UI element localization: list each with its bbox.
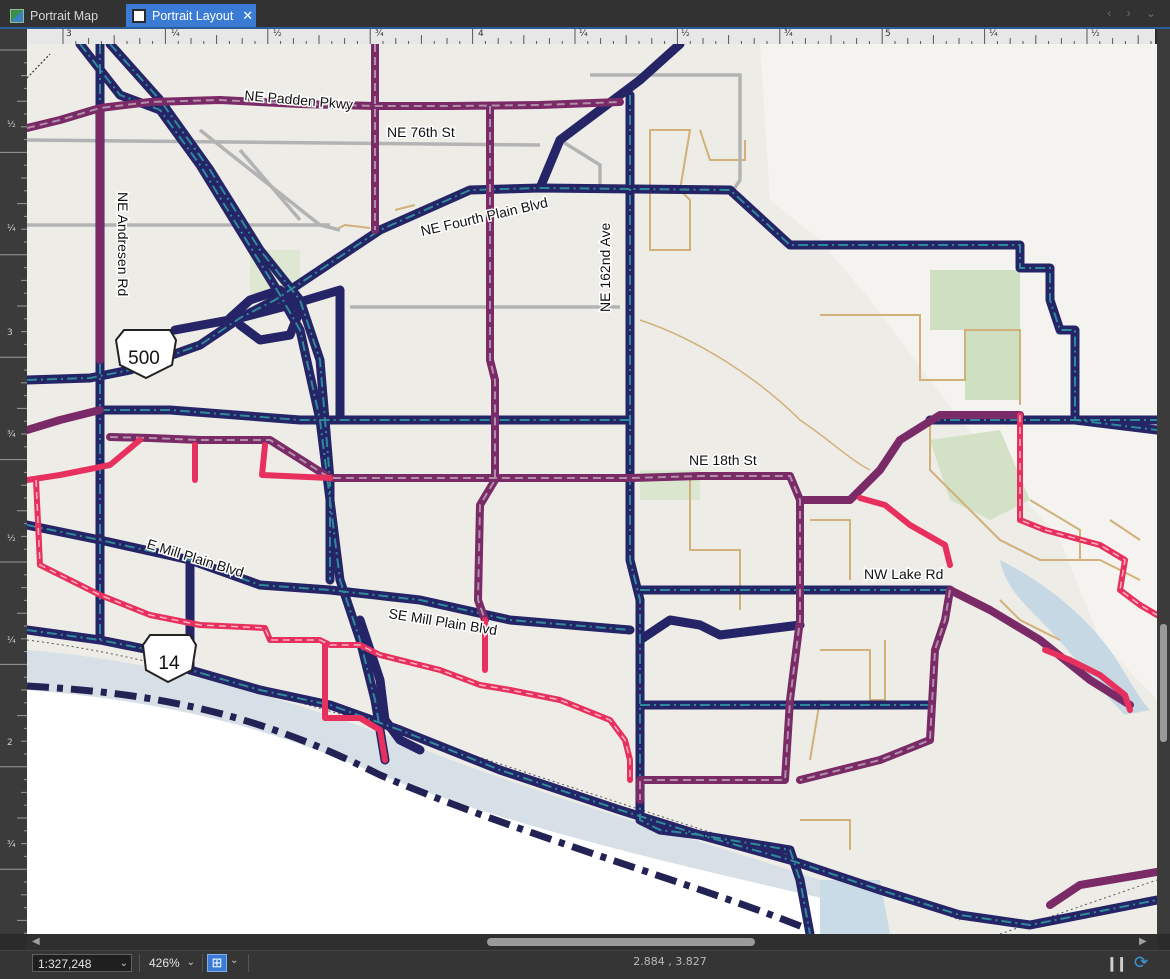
grid-snap-icon[interactable]: ⊞: [207, 954, 227, 972]
ruler-label: 4: [478, 29, 484, 39]
ruler-label: ½: [1091, 29, 1100, 39]
horizontal-ruler-ticks: [62, 29, 1152, 44]
shield-number: 14: [158, 653, 180, 674]
ruler-label: ¼: [989, 29, 998, 39]
tab-portrait-map[interactable]: Portrait Map: [4, 4, 120, 27]
tab-scroll-arrows[interactable]: ‹ › ⌄: [1107, 6, 1162, 20]
road-label: NE 18th St: [689, 452, 757, 468]
horizontal-scrollbar[interactable]: ◀ ▶: [27, 934, 1157, 950]
road-label: NE 76th St: [387, 124, 455, 140]
ruler-label: ¼: [7, 224, 16, 234]
map-canvas[interactable]: 500 14 NE Padden Pkwy NE 76th St NE Four…: [27, 44, 1157, 934]
scale-value: 1:327,248: [38, 957, 92, 971]
ruler-label: ¾: [375, 29, 384, 39]
tab-portrait-layout[interactable]: Portrait Layout ✕: [126, 4, 256, 27]
ruler-label: ¾: [784, 29, 793, 39]
layout-icon: [132, 8, 146, 23]
scroll-left-icon[interactable]: ◀: [32, 936, 40, 947]
ruler-label: ½: [7, 534, 16, 544]
ruler-label: ½: [273, 29, 282, 39]
horizontal-ruler: 3 ¼ ½ ¾ 4 ¼ ½ ¾ 5 ¼ ½: [27, 29, 1155, 45]
ruler-label: ¾: [7, 430, 16, 440]
shield-number: 500: [128, 348, 160, 369]
tab-bar: Portrait Map Portrait Layout ✕ ‹ › ⌄: [0, 0, 1170, 29]
map-icon: [10, 8, 24, 23]
ruler-label: 3: [66, 29, 72, 39]
scroll-right-icon[interactable]: ▶: [1139, 936, 1147, 947]
tab-label: Portrait Layout: [152, 8, 234, 23]
divider: [202, 954, 203, 972]
ruler-label: ½: [681, 29, 690, 39]
ruler-label: ¼: [579, 29, 588, 39]
divider: [139, 954, 140, 972]
road-label: NE Andresen Rd: [115, 192, 131, 296]
divider: [248, 954, 249, 972]
ruler-label: 2: [7, 738, 13, 748]
chevron-down-icon[interactable]: ⌄: [230, 955, 238, 966]
road-label: NE 162nd Ave: [597, 223, 613, 312]
zoom-value: 426%: [149, 956, 180, 970]
cursor-coordinates: 2.884 , 3.827: [633, 955, 707, 968]
ruler-label: 3: [7, 328, 13, 338]
vertical-scroll-thumb[interactable]: [1160, 624, 1167, 742]
chevron-down-icon: ⌄: [119, 958, 128, 969]
horizontal-scroll-thumb[interactable]: [487, 938, 755, 946]
scale-selector[interactable]: 1:327,248 ⌄: [32, 954, 132, 972]
map-graphics: 500 14 NE Padden Pkwy NE 76th St NE Four…: [27, 44, 1157, 934]
ruler-corner: [0, 29, 27, 44]
ruler-label: ½: [7, 120, 16, 130]
vertical-ruler-ticks: [0, 49, 27, 934]
pause-icon[interactable]: ❙❙: [1106, 955, 1128, 972]
vertical-scrollbar[interactable]: [1157, 29, 1170, 934]
close-icon[interactable]: ✕: [242, 8, 253, 24]
vertical-ruler: ½ ¼ 3 ¾ ½ ¼ 2 ¾: [0, 44, 27, 934]
ruler-label: 5: [885, 29, 891, 39]
ruler-label: ¾: [7, 840, 16, 850]
tab-label: Portrait Map: [30, 8, 99, 23]
zoom-selector[interactable]: 426% ⌄: [146, 954, 198, 972]
chevron-down-icon: ⌄: [186, 957, 195, 968]
road-label: NW Lake Rd: [864, 566, 943, 582]
refresh-icon[interactable]: ⟳: [1134, 953, 1148, 973]
ruler-label: ¼: [7, 636, 16, 646]
ruler-label: ¼: [171, 29, 180, 39]
